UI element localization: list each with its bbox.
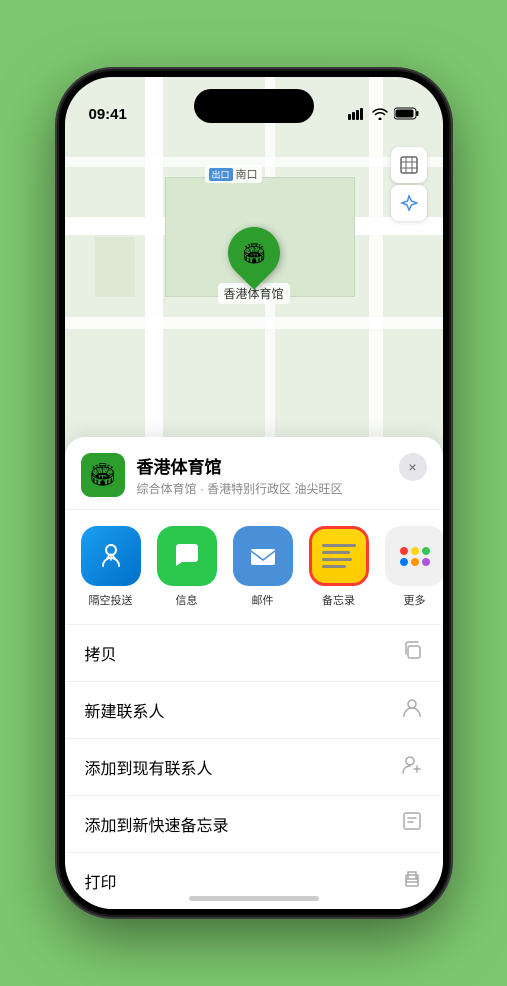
action-item-add-existing[interactable]: 添加到现有联系人	[65, 739, 443, 796]
share-item-airdrop[interactable]: 隔空投送	[81, 526, 141, 608]
add-notes-label: 添加到新快速备忘录	[85, 812, 229, 836]
close-icon: ×	[408, 459, 416, 475]
add-existing-label: 添加到现有联系人	[85, 755, 213, 779]
more-dots	[400, 547, 430, 566]
dot-blue	[400, 558, 408, 566]
wifi-icon	[372, 108, 388, 123]
pin-circle: 🏟	[217, 216, 291, 290]
action-item-add-notes[interactable]: 添加到新快速备忘录	[65, 796, 443, 853]
note-line-2	[322, 551, 350, 554]
map-controls[interactable]	[391, 147, 427, 221]
action-item-copy[interactable]: 拷贝	[65, 625, 443, 682]
status-time: 09:41	[89, 106, 127, 123]
dot-yellow	[411, 547, 419, 555]
dynamic-island	[194, 89, 314, 123]
more-icon	[385, 526, 443, 586]
pin-icon: 🏟	[241, 241, 266, 266]
share-item-messages[interactable]: 信息	[157, 526, 217, 608]
venue-subtitle: 综合体育馆 · 香港特别行政区 油尖旺区	[137, 480, 343, 497]
copy-icon	[401, 639, 423, 667]
copy-label: 拷贝	[85, 641, 117, 665]
messages-icon	[157, 526, 217, 586]
note-line-1	[322, 544, 356, 547]
notes-lines-icon	[316, 540, 362, 572]
sheet-header: 🏟 香港体育馆 综合体育馆 · 香港特别行政区 油尖旺区 ×	[65, 437, 443, 510]
note-line-3	[322, 558, 352, 561]
dot-row-1	[400, 547, 430, 555]
status-icons	[348, 107, 419, 123]
action-item-new-contact[interactable]: 新建联系人	[65, 682, 443, 739]
venue-icon: 🏟	[81, 453, 125, 497]
signal-icon	[348, 108, 366, 123]
bottom-sheet: 🏟 香港体育馆 综合体育馆 · 香港特别行政区 油尖旺区 × 隔空投送	[65, 437, 443, 909]
add-existing-icon	[401, 753, 423, 781]
location-button[interactable]	[391, 185, 427, 221]
map-label-nan: 出口 南口	[205, 165, 262, 183]
close-button[interactable]: ×	[399, 453, 427, 481]
home-indicator	[189, 896, 319, 901]
venue-info: 香港体育馆 综合体育馆 · 香港特别行政区 油尖旺区	[137, 453, 343, 497]
nan-label-text: 南口	[236, 166, 258, 182]
dot-row-2	[400, 558, 430, 566]
share-item-more[interactable]: 更多	[385, 526, 443, 608]
mail-label: 邮件	[252, 592, 274, 608]
venue-pin: 🏟 香港体育馆	[217, 227, 289, 304]
print-label: 打印	[85, 869, 117, 893]
action-list: 拷贝 新建联系人 添加到现有联系人	[65, 625, 443, 909]
phone-frame: 09:41	[59, 71, 449, 915]
messages-label: 信息	[176, 592, 198, 608]
notes-icon	[309, 526, 369, 586]
map-background: 出口 南口 🏟 香港体育馆	[65, 77, 443, 497]
airdrop-icon	[81, 526, 141, 586]
more-label: 更多	[404, 592, 426, 608]
notes-label: 备忘录	[322, 592, 355, 608]
note-line-4	[322, 565, 346, 568]
dot-green	[422, 547, 430, 555]
dot-orange	[411, 558, 419, 566]
share-row: 隔空投送 信息 邮件	[65, 510, 443, 625]
dot-red	[400, 547, 408, 555]
new-contact-icon	[401, 696, 423, 724]
new-contact-label: 新建联系人	[85, 698, 165, 722]
dot-purple	[422, 558, 430, 566]
share-item-mail[interactable]: 邮件	[233, 526, 293, 608]
venue-emoji: 🏟	[89, 462, 117, 488]
mail-icon	[233, 526, 293, 586]
venue-name: 香港体育馆	[137, 453, 343, 478]
share-item-notes[interactable]: 备忘录	[309, 526, 369, 608]
add-notes-icon	[401, 810, 423, 838]
battery-icon	[394, 107, 419, 123]
label-badge: 出口	[209, 168, 233, 181]
phone-screen: 09:41	[65, 77, 443, 909]
print-icon	[401, 867, 423, 895]
airdrop-label: 隔空投送	[89, 592, 133, 608]
map-type-button[interactable]	[391, 147, 427, 183]
